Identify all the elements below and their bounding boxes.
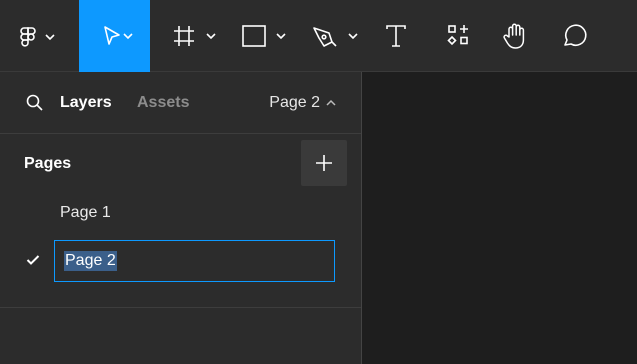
chevron-up-icon (326, 99, 336, 106)
hand-tool-button[interactable] (498, 0, 534, 72)
current-page-label: Page 2 (269, 94, 320, 111)
page-list-item-page-1[interactable]: Page 1 (60, 203, 111, 223)
cursor-arrow-icon (103, 26, 133, 45)
page-rename-input[interactable]: Page 2 (54, 240, 335, 282)
page-rename-value: Page 2 (64, 251, 117, 271)
text-tool-button[interactable] (378, 0, 414, 72)
checkmark-icon (26, 255, 40, 265)
components-grid-icon (447, 25, 468, 46)
tab-layers[interactable]: Layers (60, 93, 112, 113)
frame-tool-button[interactable] (163, 0, 221, 72)
shape-tool-button[interactable] (236, 0, 292, 72)
pen-nib-icon (313, 27, 358, 47)
plus-icon (316, 155, 332, 171)
pages-heading: Pages (24, 155, 72, 172)
pen-tool-button[interactable] (308, 0, 364, 72)
panel-divider (0, 307, 361, 308)
main-menu-button[interactable] (0, 0, 76, 72)
comment-tool-button[interactable] (556, 0, 592, 72)
resources-tool-button[interactable] (440, 0, 476, 72)
move-tool-button[interactable] (79, 0, 150, 72)
toolbar (0, 0, 637, 72)
hand-icon (503, 23, 525, 49)
current-page-dropdown[interactable]: Page 2 (269, 93, 337, 113)
text-t-icon (386, 25, 406, 47)
rectangle-icon (242, 25, 286, 47)
frame-hash-icon (174, 26, 216, 46)
panel-tabs: Layers Assets Page 2 (0, 72, 361, 134)
left-panel: Layers Assets Page 2 Pages Page 1 Page 2 (0, 72, 361, 364)
search-icon[interactable] (25, 93, 45, 113)
figma-logo-icon (20, 27, 55, 47)
tab-assets[interactable]: Assets (137, 93, 189, 113)
canvas-area[interactable] (362, 72, 637, 364)
add-page-button[interactable] (301, 140, 347, 186)
speech-bubble-icon (564, 24, 587, 47)
